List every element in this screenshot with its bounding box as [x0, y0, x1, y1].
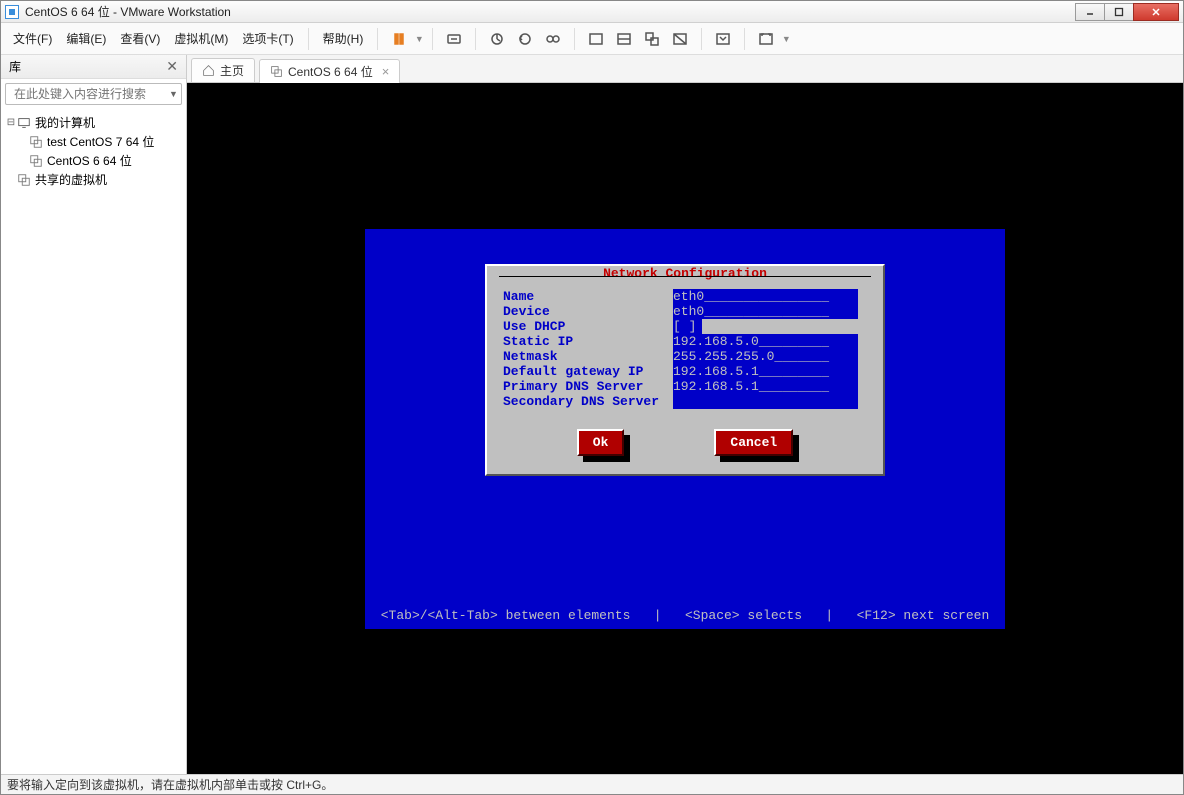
vm-tree: ⊟ 我的计算机 test CentOS 7 64 位 CentOS 6 64 位…: [1, 109, 186, 193]
menubar: 文件(F) 编辑(E) 查看(V) 虚拟机(M) 选项卡(T) 帮助(H) ▼ …: [1, 23, 1183, 55]
pause-icon[interactable]: [386, 26, 412, 52]
dropdown-icon[interactable]: ▼: [781, 34, 791, 44]
vm-icon: [29, 135, 43, 149]
separator: [432, 28, 433, 50]
collapse-icon[interactable]: ⊟: [5, 117, 17, 128]
sidebar-close-icon[interactable]: ✕: [166, 58, 178, 75]
separator: [574, 28, 575, 50]
window-titlebar: CentOS 6 64 位 - VMware Workstation: [1, 1, 1183, 23]
tab-label: 主页: [220, 62, 244, 79]
field-value-name[interactable]: eth0________________: [673, 289, 858, 304]
dropdown-icon[interactable]: ▼: [169, 89, 178, 99]
menu-vm[interactable]: 虚拟机(M): [168, 27, 234, 50]
field-value-gw[interactable]: 192.168.5.1_________: [673, 364, 858, 379]
field-value-dhcp[interactable]: [ ]: [673, 319, 702, 334]
main-panel: 主页 CentOS 6 64 位 × Network Configuration…: [187, 55, 1183, 774]
field-label-name: Name: [503, 289, 673, 304]
vm-icon: [270, 65, 283, 78]
maximize-button[interactable]: [1104, 3, 1134, 21]
field-label-mask: Netmask: [503, 349, 673, 364]
window-controls: [1076, 3, 1179, 21]
separator: [308, 28, 309, 50]
separator: [744, 28, 745, 50]
menu-view[interactable]: 查看(V): [114, 27, 166, 50]
menu-help[interactable]: 帮助(H): [317, 27, 370, 50]
separator: [475, 28, 476, 50]
tree-label: 共享的虚拟机: [35, 171, 107, 188]
send-ctrl-alt-del-icon[interactable]: [441, 26, 467, 52]
tabstrip: 主页 CentOS 6 64 位 ×: [187, 55, 1183, 83]
field-value-dns1[interactable]: 192.168.5.1_________: [673, 379, 858, 394]
tree-node-shared[interactable]: 共享的虚拟机: [3, 170, 184, 189]
tab-close-icon[interactable]: ×: [382, 64, 390, 79]
tree-label: 我的计算机: [35, 114, 95, 131]
tree-label: test CentOS 7 64 位: [47, 133, 154, 150]
statusbar: 要将输入定向到该虚拟机，请在虚拟机内部单击或按 Ctrl+G。: [1, 774, 1183, 794]
tab-vm[interactable]: CentOS 6 64 位 ×: [259, 59, 400, 83]
menu-file[interactable]: 文件(F): [7, 27, 58, 50]
installer-screen: Network Configuration Nameeth0__________…: [365, 229, 1005, 629]
monitor-icon: [17, 116, 31, 130]
tree-node-vm[interactable]: CentOS 6 64 位: [3, 151, 184, 170]
close-button[interactable]: [1133, 3, 1179, 21]
vm-icon: [29, 154, 43, 168]
menu-tabs[interactable]: 选项卡(T): [236, 27, 299, 50]
sidebar-title: 库: [9, 58, 21, 75]
ok-button-label: Ok: [577, 429, 625, 456]
dialog-title: Network Configuration: [597, 266, 773, 281]
field-label-gw: Default gateway IP: [503, 364, 673, 379]
snapshot-manager-icon[interactable]: [540, 26, 566, 52]
view-console-icon[interactable]: [583, 26, 609, 52]
sidebar-header: 库 ✕: [1, 55, 186, 79]
tree-label: CentOS 6 64 位: [47, 152, 132, 169]
search-input[interactable]: [14, 87, 169, 101]
menu-edit[interactable]: 编辑(E): [60, 27, 112, 50]
tree-node-vm[interactable]: test CentOS 7 64 位: [3, 132, 184, 151]
field-label-dns1: Primary DNS Server: [503, 379, 673, 394]
field-label-dhcp: Use DHCP: [503, 319, 673, 334]
separator: [701, 28, 702, 50]
ok-button[interactable]: Ok: [577, 429, 625, 456]
view-unity-icon[interactable]: [639, 26, 665, 52]
view-multiple-icon[interactable]: [611, 26, 637, 52]
separator: [377, 28, 378, 50]
minimize-button[interactable]: [1075, 3, 1105, 21]
app-icon: [5, 5, 19, 19]
dialog-border: [499, 276, 871, 277]
field-value-ip[interactable]: 192.168.5.0_________: [673, 334, 858, 349]
tab-home[interactable]: 主页: [191, 58, 255, 82]
field-value-dns2[interactable]: [673, 394, 858, 409]
fullscreen-icon[interactable]: [753, 26, 779, 52]
tree-node-my-computer[interactable]: ⊟ 我的计算机: [3, 113, 184, 132]
search-box[interactable]: ▼: [5, 83, 182, 105]
cancel-button[interactable]: Cancel: [714, 429, 793, 456]
sidebar: 库 ✕ ▼ ⊟ 我的计算机 test CentOS 7 64 位 CentOS …: [1, 55, 187, 774]
home-icon: [202, 64, 215, 77]
tab-label: CentOS 6 64 位: [288, 63, 373, 80]
view-stretch-icon[interactable]: [667, 26, 693, 52]
snapshot-icon[interactable]: [484, 26, 510, 52]
vm-console[interactable]: Network Configuration Nameeth0__________…: [187, 83, 1183, 774]
status-text: 要将输入定向到该虚拟机，请在虚拟机内部单击或按 Ctrl+G。: [7, 776, 333, 793]
shared-icon: [17, 173, 31, 187]
field-label-dns2: Secondary DNS Server: [503, 394, 673, 409]
field-label-ip: Static IP: [503, 334, 673, 349]
window-title: CentOS 6 64 位 - VMware Workstation: [25, 3, 1076, 20]
cancel-button-label: Cancel: [714, 429, 793, 456]
network-config-dialog: Network Configuration Nameeth0__________…: [485, 264, 885, 476]
field-value-device[interactable]: eth0________________: [673, 304, 858, 319]
snapshot-revert-icon[interactable]: [512, 26, 538, 52]
navigation-hint: <Tab>/<Alt-Tab> between elements | <Spac…: [365, 608, 1005, 623]
field-value-mask[interactable]: 255.255.255.0_______: [673, 349, 858, 364]
field-label-device: Device: [503, 304, 673, 319]
dropdown-icon[interactable]: ▼: [414, 34, 424, 44]
cycle-multiple-monitors-icon[interactable]: [710, 26, 736, 52]
